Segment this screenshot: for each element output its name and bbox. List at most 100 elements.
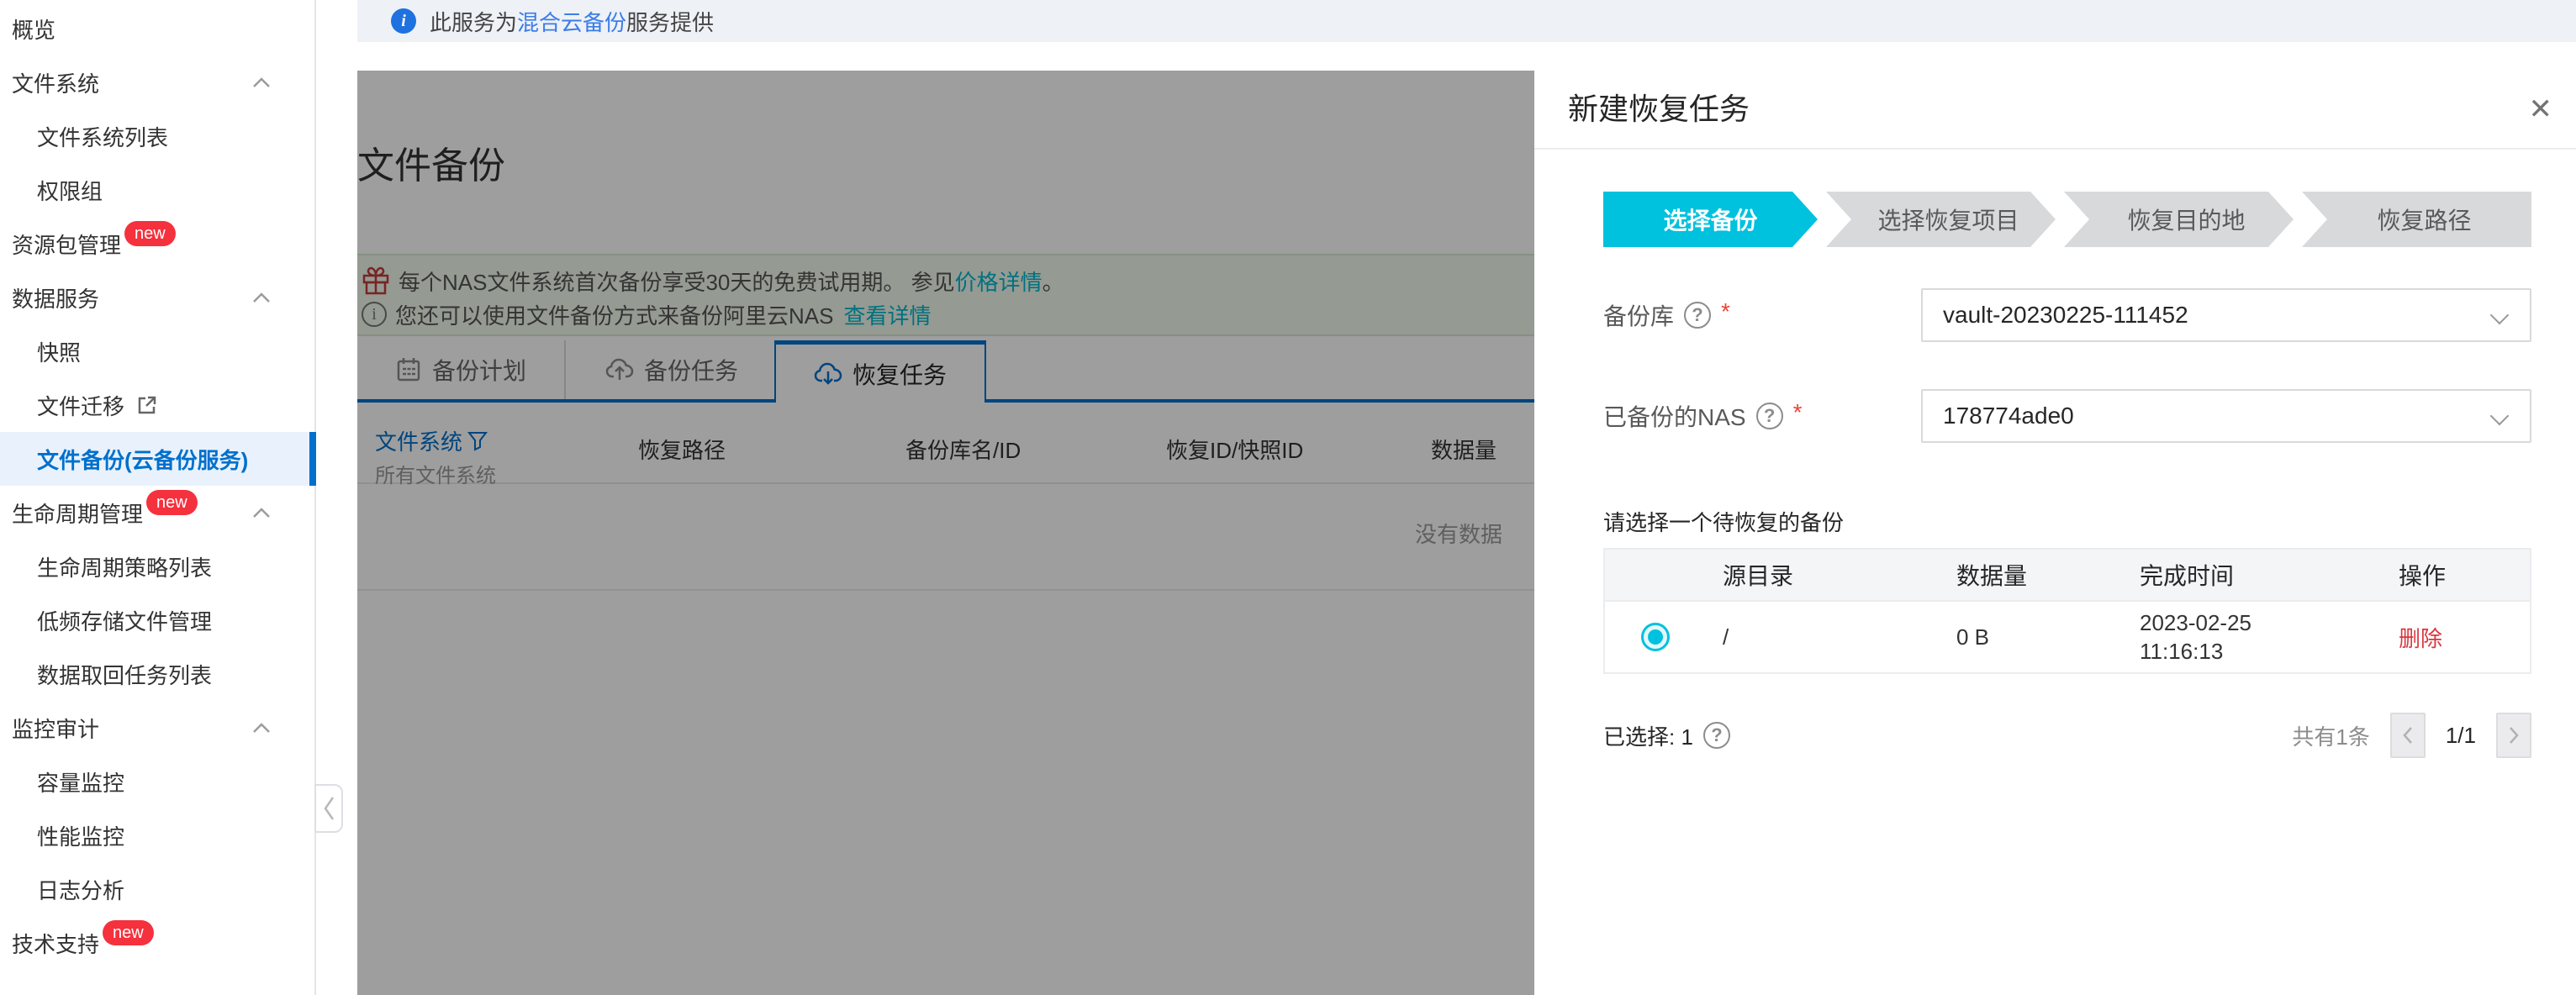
backup-table-row: / 0 B 2023-02-25 11:16:13 删除 xyxy=(1605,602,2530,672)
step-select-restore-items: 选择恢复项目 xyxy=(1826,192,2056,247)
header-source-dir: 源目录 xyxy=(1605,558,1956,592)
sidebar-item-label: 性能监控 xyxy=(37,820,124,851)
sidebar-item-label: 资源包管理 xyxy=(12,229,121,260)
chevron-up-icon xyxy=(252,292,271,303)
vault-field-label: 备份库 ? * xyxy=(1603,288,1730,342)
chevron-left-icon xyxy=(322,794,335,823)
chevron-up-icon xyxy=(252,507,271,519)
backup-table-header: 源目录 数据量 完成时间 操作 xyxy=(1605,550,2530,602)
sidebar-item-label: 概览 xyxy=(12,13,55,45)
sidebar-item-label: 数据服务 xyxy=(12,282,99,313)
step-label: 选择恢复项目 xyxy=(1877,203,2019,236)
sidebar-item-file-backup[interactable]: 文件备份(云备份服务) xyxy=(0,432,314,486)
step-label: 恢复路径 xyxy=(2377,203,2471,236)
sidebar-item-label: 生命周期管理 xyxy=(12,498,143,529)
sidebar-item-overview[interactable]: 概览 xyxy=(0,2,314,55)
vault-field: 备份库 ? * vault-20230225-111452 xyxy=(1603,288,2531,342)
sidebar-item-label: 生命周期策略列表 xyxy=(37,551,212,582)
sidebar-group-monitor-audit[interactable]: 监控审计 xyxy=(0,701,314,755)
pager-prev-button[interactable] xyxy=(2390,713,2426,758)
chevron-left-icon xyxy=(2402,725,2414,745)
sidebar-item-lifecycle-policy-list[interactable]: 生命周期策略列表 xyxy=(0,540,314,593)
sidebar-item-label: 日志分析 xyxy=(37,874,124,905)
selected-count-text: 已选择: 1 xyxy=(1603,720,1693,751)
select-backup-section-label: 请选择一个待恢复的备份 xyxy=(1603,506,1844,537)
delete-link[interactable]: 删除 xyxy=(2399,626,2442,651)
field-label-text: 已备份的NAS xyxy=(1603,399,1746,433)
vault-select[interactable]: vault-20230225-111452 xyxy=(1921,288,2531,342)
sidebar-group-lifecycle[interactable]: 生命周期管理 new xyxy=(0,486,314,540)
backed-up-nas-select-value: 178774ade0 xyxy=(1943,403,2074,429)
step-restore-path: 恢复路径 xyxy=(2302,192,2531,247)
sidebar-item-label: 快照 xyxy=(37,336,81,367)
new-badge: new xyxy=(103,920,154,945)
sidebar-item-snapshot[interactable]: 快照 xyxy=(0,324,314,378)
screen: 概览 文件系统 文件系统列表 权限组 资源包管理 new 数据服务 快照 xyxy=(0,0,2576,995)
source-dir-value: / xyxy=(1723,624,1729,650)
action-cell: 删除 xyxy=(2382,622,2530,653)
help-icon[interactable]: ? xyxy=(1756,403,1783,429)
help-icon[interactable]: ? xyxy=(1703,722,1730,749)
sidebar-item-label: 文件系统 xyxy=(12,67,99,98)
sidebar-item-tech-support[interactable]: 技术支持 new xyxy=(0,916,314,970)
sidebar-item-label: 监控审计 xyxy=(12,713,99,744)
help-icon[interactable]: ? xyxy=(1684,302,1711,329)
header-complete-time: 完成时间 xyxy=(2123,558,2382,592)
info-text-prefix: 此服务为 xyxy=(430,6,517,37)
sidebar-item-label: 低频存储文件管理 xyxy=(37,605,212,636)
sidebar-group-filesystem[interactable]: 文件系统 xyxy=(0,55,314,109)
pager-next-button[interactable] xyxy=(2496,713,2531,758)
sidebar-item-ia-file-management[interactable]: 低频存储文件管理 xyxy=(0,593,314,647)
info-icon: i xyxy=(391,8,416,34)
drawer-title: 新建恢复任务 xyxy=(1568,88,1750,130)
info-text-suffix: 服务提供 xyxy=(626,6,714,37)
create-restore-task-drawer: 新建恢复任务 ✕ 选择备份 选择恢复项目 恢复目的地 恢复路径 备份库 ? * xyxy=(1534,42,2576,995)
header-data-size: 数据量 xyxy=(1956,558,2123,592)
sidebar-item-label: 数据取回任务列表 xyxy=(37,659,212,690)
sidebar-item-capacity-monitor[interactable]: 容量监控 xyxy=(0,755,314,808)
sidebar-collapse-handle[interactable] xyxy=(314,784,343,833)
selected-count: 已选择: 1 ? xyxy=(1603,720,1730,751)
drawer-footer: 已选择: 1 ? 共有1条 1/1 xyxy=(1603,704,2531,766)
sidebar-item-label: 权限组 xyxy=(37,175,103,206)
close-icon[interactable]: ✕ xyxy=(2529,94,2553,124)
sidebar-item-performance-monitor[interactable]: 性能监控 xyxy=(0,808,314,862)
hybrid-backup-link[interactable]: 混合云备份 xyxy=(517,6,626,37)
complete-time-cell: 2023-02-25 11:16:13 xyxy=(2123,608,2382,666)
chevron-up-icon xyxy=(252,76,271,88)
required-asterisk: * xyxy=(1793,399,1803,426)
radio-selected[interactable] xyxy=(1641,623,1670,651)
chevron-down-icon xyxy=(2490,407,2510,426)
sidebar-item-permission-group[interactable]: 权限组 xyxy=(0,163,314,217)
wizard-steps: 选择备份 选择恢复项目 恢复目的地 恢复路径 xyxy=(1603,192,2531,247)
drawer-header-divider xyxy=(1534,148,2576,150)
external-link-icon xyxy=(136,394,158,416)
service-info-bar: i 此服务为 混合云备份 服务提供 xyxy=(357,0,2576,42)
page-indicator: 1/1 xyxy=(2446,723,2476,749)
sidebar-item-log-analysis[interactable]: 日志分析 xyxy=(0,862,314,916)
step-label: 恢复目的地 xyxy=(2127,203,2245,236)
chevron-down-icon xyxy=(2490,306,2510,325)
sidebar-item-label: 文件迁移 xyxy=(37,390,124,421)
sidebar-item-file-migration[interactable]: 文件迁移 xyxy=(0,378,314,432)
source-dir-cell: / xyxy=(1605,624,1956,650)
sidebar-item-data-retrieval-tasks[interactable]: 数据取回任务列表 xyxy=(0,647,314,701)
backed-up-nas-field: 已备份的NAS ? * 178774ade0 xyxy=(1603,389,2531,443)
sidebar-item-filesystem-list[interactable]: 文件系统列表 xyxy=(0,109,314,163)
time-clock: 11:16:13 xyxy=(2140,637,2382,666)
data-size-cell: 0 B xyxy=(1956,624,2123,650)
step-label: 选择备份 xyxy=(1663,203,1757,236)
sidebar-item-resource-package[interactable]: 资源包管理 new xyxy=(0,217,314,271)
sidebar-group-data-service[interactable]: 数据服务 xyxy=(0,271,314,324)
backed-up-nas-select[interactable]: 178774ade0 xyxy=(1921,389,2531,443)
sidebar: 概览 文件系统 文件系统列表 权限组 资源包管理 new 数据服务 快照 xyxy=(0,0,316,995)
new-badge: new xyxy=(146,490,198,515)
chevron-right-icon xyxy=(2508,725,2520,745)
header-action: 操作 xyxy=(2382,558,2530,592)
sidebar-item-label: 技术支持 xyxy=(12,928,99,959)
sidebar-item-label: 容量监控 xyxy=(37,766,124,798)
total-count-text: 共有1条 xyxy=(2292,720,2369,751)
pagination: 共有1条 1/1 xyxy=(2292,713,2531,758)
new-badge: new xyxy=(124,221,176,246)
field-label-text: 备份库 xyxy=(1603,298,1674,332)
